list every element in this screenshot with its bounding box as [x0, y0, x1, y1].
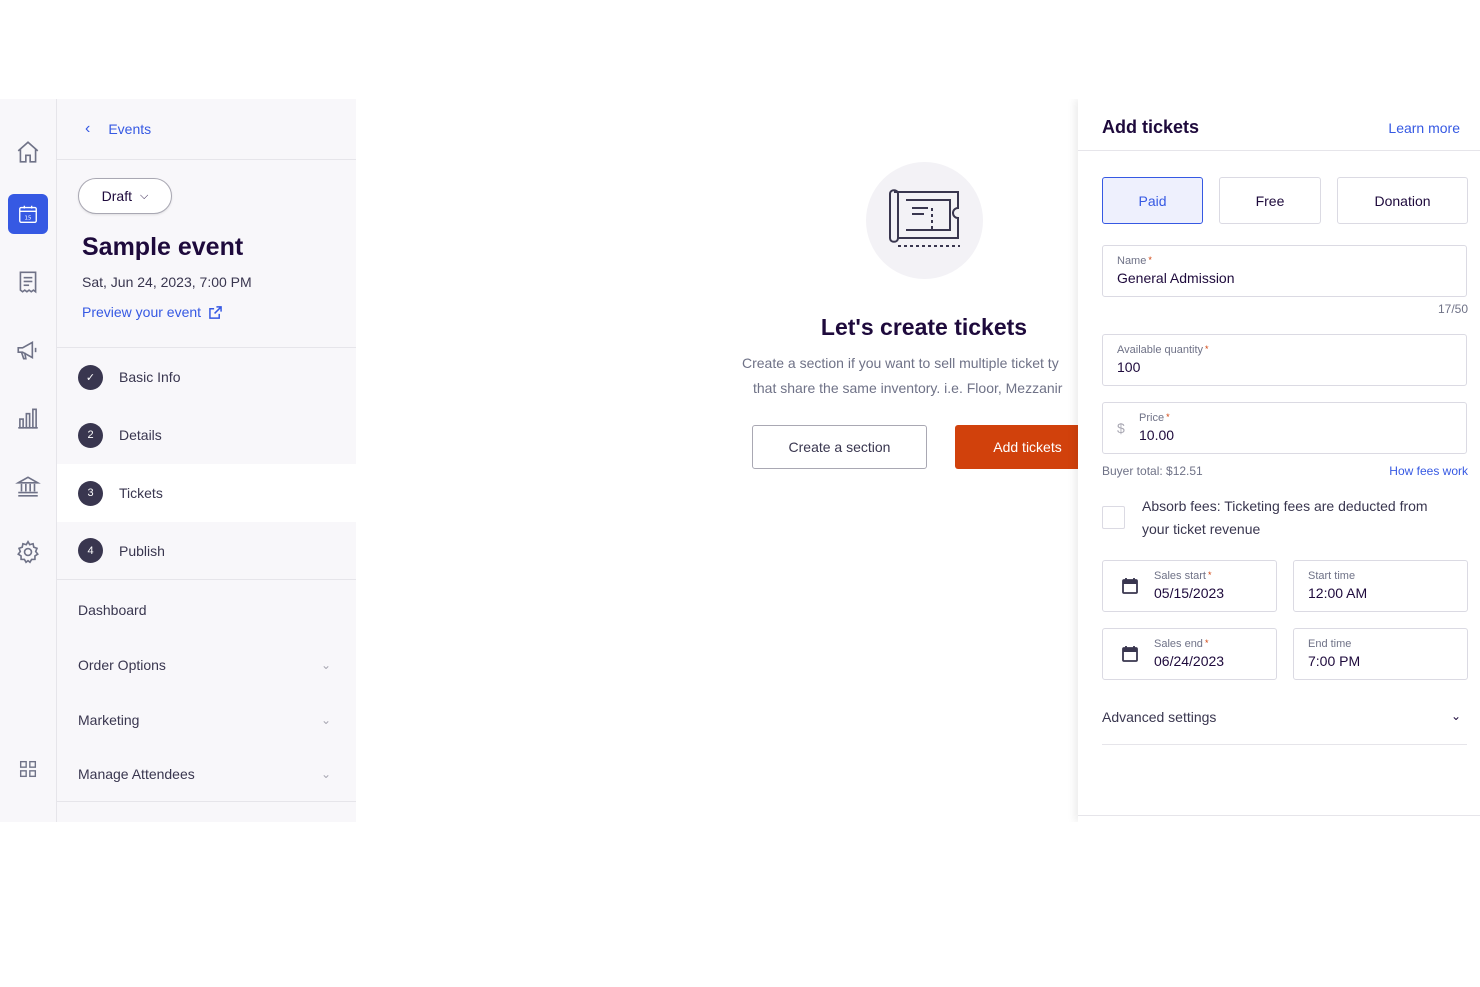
panel-header: Add tickets Learn more: [1078, 99, 1480, 151]
svg-text:15: 15: [25, 216, 32, 222]
sales-end-field[interactable]: Sales end * 06/24/2023: [1102, 628, 1277, 680]
step-number: 3: [78, 480, 103, 506]
ticket-name-field[interactable]: Name * General Admission: [1102, 245, 1467, 297]
absorb-fees-label: Absorb fees: Ticketing fees are deducted…: [1142, 495, 1452, 541]
nav-item-order-options[interactable]: Order Options ⌄: [57, 637, 356, 692]
field-value: General Admission: [1117, 270, 1235, 286]
chevron-left-icon: ‹: [85, 120, 91, 137]
calendar-icon: [1121, 577, 1139, 595]
main-content: Let's create tickets Create a section if…: [356, 99, 1078, 822]
advanced-settings-label: Advanced settings: [1102, 709, 1217, 725]
field-label: Name *: [1117, 255, 1152, 267]
sidebar-nav: Dashboard Order Options ⌄ Marketing ⌄ Ma…: [57, 582, 356, 802]
absorb-line: your ticket revenue: [1142, 521, 1261, 537]
chevron-down-icon: ⌄: [320, 712, 331, 727]
field-value: 10.00: [1139, 427, 1175, 443]
bank-icon[interactable]: [8, 466, 48, 506]
step-label: Tickets: [119, 485, 163, 501]
calendar-icon[interactable]: 15: [8, 194, 48, 234]
absorb-fees-checkbox[interactable]: [1102, 506, 1125, 529]
preview-event-link[interactable]: Preview your event: [82, 304, 222, 320]
sales-start-field[interactable]: Sales start * 05/15/2023: [1102, 560, 1277, 612]
step-label: Basic Info: [119, 369, 181, 385]
ticket-icon: [888, 188, 960, 247]
step-label: Details: [119, 427, 162, 443]
bar-chart-icon[interactable]: [8, 398, 48, 438]
gear-icon[interactable]: [8, 532, 48, 572]
field-value: 05/15/2023: [1154, 585, 1225, 601]
name-char-counter: 17/50: [1437, 302, 1468, 316]
nav-item-marketing[interactable]: Marketing ⌄: [57, 692, 356, 747]
step-basic-info[interactable]: ✓ Basic Info: [57, 348, 356, 406]
ticket-type-paid[interactable]: Paid: [1102, 177, 1203, 224]
event-title: Sample event: [82, 233, 244, 261]
ticket-type-donation[interactable]: Donation: [1337, 177, 1468, 224]
external-link-icon: [209, 305, 222, 319]
megaphone-icon[interactable]: [8, 330, 48, 370]
icon-rail: 15: [0, 99, 57, 822]
chevron-down-icon: ⌄: [320, 657, 331, 672]
calendar-icon: [1121, 645, 1139, 663]
back-label: Events: [108, 121, 152, 137]
empty-state-title: Let's create tickets: [820, 314, 1028, 340]
field-label: End time: [1308, 638, 1352, 650]
field-value: 12:00 AM: [1308, 585, 1368, 601]
back-to-events-link[interactable]: ‹ Events: [57, 99, 356, 160]
ticket-illustration: [866, 162, 983, 279]
step-number: 2: [78, 422, 103, 448]
home-icon[interactable]: [8, 132, 48, 172]
nav-item-manage-attendees[interactable]: Manage Attendees ⌄: [57, 747, 356, 802]
description-line: Create a section if you want to sell mul…: [742, 355, 1059, 371]
field-label: Start time: [1308, 570, 1356, 582]
step-check-icon: ✓: [78, 364, 103, 390]
step-details[interactable]: 2 Details: [57, 406, 356, 464]
advanced-settings-toggle[interactable]: Advanced settings ⌄: [1102, 697, 1467, 745]
available-quantity-field[interactable]: Available quantity * 100: [1102, 334, 1467, 386]
preview-label: Preview your event: [82, 304, 202, 320]
panel-title: Add tickets: [1102, 117, 1200, 137]
how-fees-work-link[interactable]: How fees work: [1389, 464, 1468, 478]
nav-item-dashboard[interactable]: Dashboard: [57, 582, 356, 637]
add-tickets-button[interactable]: Add tickets: [955, 425, 1078, 469]
step-number: 4: [78, 538, 103, 563]
absorb-line: Absorb fees: Ticketing fees are deducted…: [1142, 498, 1428, 514]
field-label: Sales end *: [1154, 638, 1209, 650]
step-tickets[interactable]: 3 Tickets: [57, 464, 356, 522]
chevron-down-icon: ⌄: [320, 767, 331, 781]
field-value: 100: [1117, 359, 1141, 375]
chevron-down-icon: ⌄: [1450, 709, 1461, 723]
status-dropdown[interactable]: Draft ⌵: [78, 178, 172, 214]
buyer-total: Buyer total: $12.51: [1102, 464, 1203, 478]
field-value: 06/24/2023: [1154, 653, 1225, 669]
currency-symbol: $: [1117, 420, 1125, 436]
field-label: Available quantity *: [1117, 344, 1209, 356]
orders-icon[interactable]: [8, 262, 48, 302]
start-time-field[interactable]: Start time 12:00 AM: [1293, 560, 1468, 612]
nav-label: Manage Attendees: [78, 766, 195, 782]
end-time-field[interactable]: End time 7:00 PM: [1293, 628, 1468, 680]
step-label: Publish: [119, 542, 165, 559]
field-value: 7:00 PM: [1308, 653, 1361, 669]
field-label: Price *: [1139, 412, 1170, 424]
chevron-down-icon: ⌵: [140, 189, 149, 202]
learn-more-link[interactable]: Learn more: [1388, 120, 1460, 136]
event-sidebar: ‹ Events Draft ⌵ Sample event Sat, Jun 2…: [57, 99, 356, 822]
description-line: that share the same inventory. i.e. Floo…: [753, 380, 1063, 396]
ticket-type-free[interactable]: Free: [1219, 177, 1321, 224]
panel-footer-divider: [1078, 815, 1480, 816]
event-date: Sat, Jun 24, 2023, 7:00 PM: [82, 274, 252, 290]
nav-label: Dashboard: [78, 601, 147, 618]
nav-label: Marketing: [78, 711, 140, 728]
empty-state-description: Create a section if you want to sell mul…: [742, 351, 1078, 401]
app-window: 15 ‹ Events Draft ⌵ Sample event Sat, Ju…: [0, 99, 1480, 822]
field-label: Sales start *: [1154, 570, 1212, 582]
price-field[interactable]: $ Price * 10.00: [1102, 402, 1467, 454]
step-list: ✓ Basic Info 2 Details 3 Tickets 4 Publi…: [57, 347, 356, 580]
step-publish[interactable]: 4 Publish: [57, 522, 356, 580]
nav-label: Order Options: [78, 656, 166, 673]
add-tickets-panel: Add tickets Learn more Paid Free Donatio…: [1078, 99, 1480, 822]
create-section-button[interactable]: Create a section: [752, 425, 927, 469]
status-label: Draft: [101, 188, 132, 204]
apps-grid-icon[interactable]: [8, 749, 48, 789]
